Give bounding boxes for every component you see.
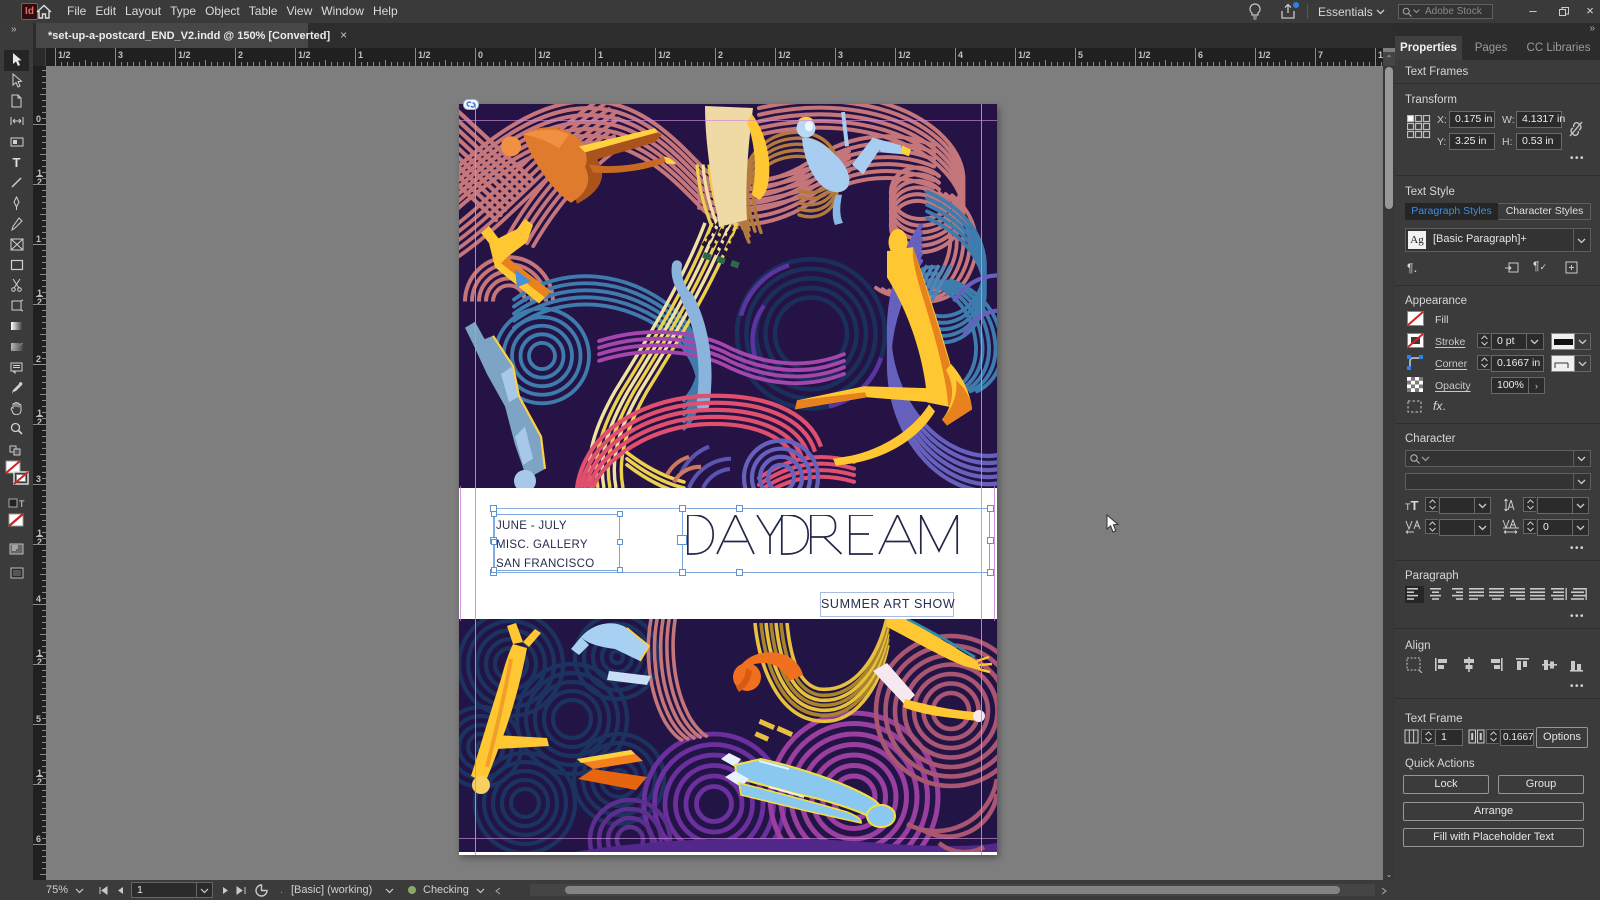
svg-text:T: T (19, 499, 25, 509)
